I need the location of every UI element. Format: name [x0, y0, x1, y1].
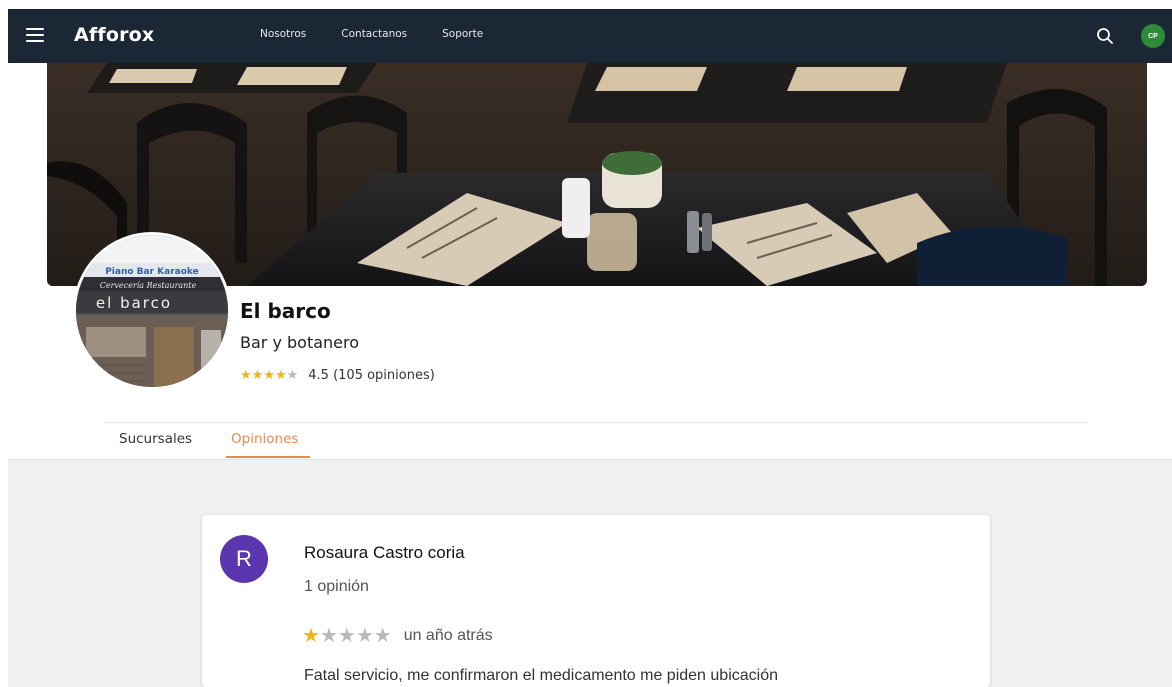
reviewer-avatar[interactable]: R [220, 535, 268, 583]
nav-links: Nosotros Contactanos Soporte [260, 28, 518, 40]
business-name: El barco [240, 299, 331, 323]
user-avatar[interactable]: CP [1141, 24, 1165, 48]
rating-stars-icon: ★★★★★ [240, 367, 298, 383]
review-rating: ★★★★★ un año atrás [302, 623, 493, 648]
reviewer-name[interactable]: Rosaura Castro coria [304, 543, 465, 563]
review-text: Fatal servicio, me confirmaron el medica… [304, 667, 778, 684]
profile-tabs: Sucursales Opiniones [105, 422, 1087, 459]
cover-image [47, 63, 1147, 286]
business-photo: Piano Bar Karaoke Cervecería Restaurante… [73, 232, 231, 390]
nav-link-soporte[interactable]: Soporte [442, 28, 483, 40]
top-navbar: Afforox Nosotros Contactanos Soporte CP [8, 9, 1172, 63]
sign-el-barco: el barco [96, 294, 172, 312]
sign-cerveceria: Cervecería Restaurante [100, 281, 197, 290]
star-icon: ★ [373, 625, 392, 647]
nav-link-contactanos[interactable]: Contactanos [341, 28, 407, 40]
review-time: un año atrás [403, 626, 493, 644]
star-icon: ★ [302, 625, 320, 647]
star-icon: ★ [355, 625, 374, 647]
star-icon: ★ [263, 367, 275, 382]
star-icon: ★ [319, 625, 338, 647]
tab-sucursales[interactable]: Sucursales [119, 431, 192, 447]
brand-logo[interactable]: Afforox [74, 24, 154, 46]
nav-link-nosotros[interactable]: Nosotros [260, 28, 306, 40]
star-icon: ★ [240, 367, 252, 382]
star-icon: ★ [251, 367, 264, 382]
tab-opiniones[interactable]: Opiniones [231, 431, 298, 447]
hamburger-menu-icon[interactable] [26, 28, 44, 44]
active-tab-indicator [226, 456, 310, 458]
review-card: R Rosaura Castro coria 1 opinión ★★★★★ u… [202, 515, 990, 687]
rating-summary: 4.5 (105 opiniones) [308, 367, 435, 383]
star-icon: ★ [337, 625, 356, 647]
search-icon[interactable] [1096, 27, 1114, 45]
business-category: Bar y botanero [240, 333, 360, 352]
reviewer-review-count: 1 opinión [304, 578, 369, 595]
sign-piano-bar: Piano Bar Karaoke [105, 267, 199, 277]
business-rating: ★★★★★ 4.5 (105 opiniones) [240, 367, 435, 383]
star-icon: ★ [274, 367, 287, 382]
review-stars-icon: ★★★★★ [302, 623, 392, 648]
star-icon: ★ [286, 367, 299, 382]
